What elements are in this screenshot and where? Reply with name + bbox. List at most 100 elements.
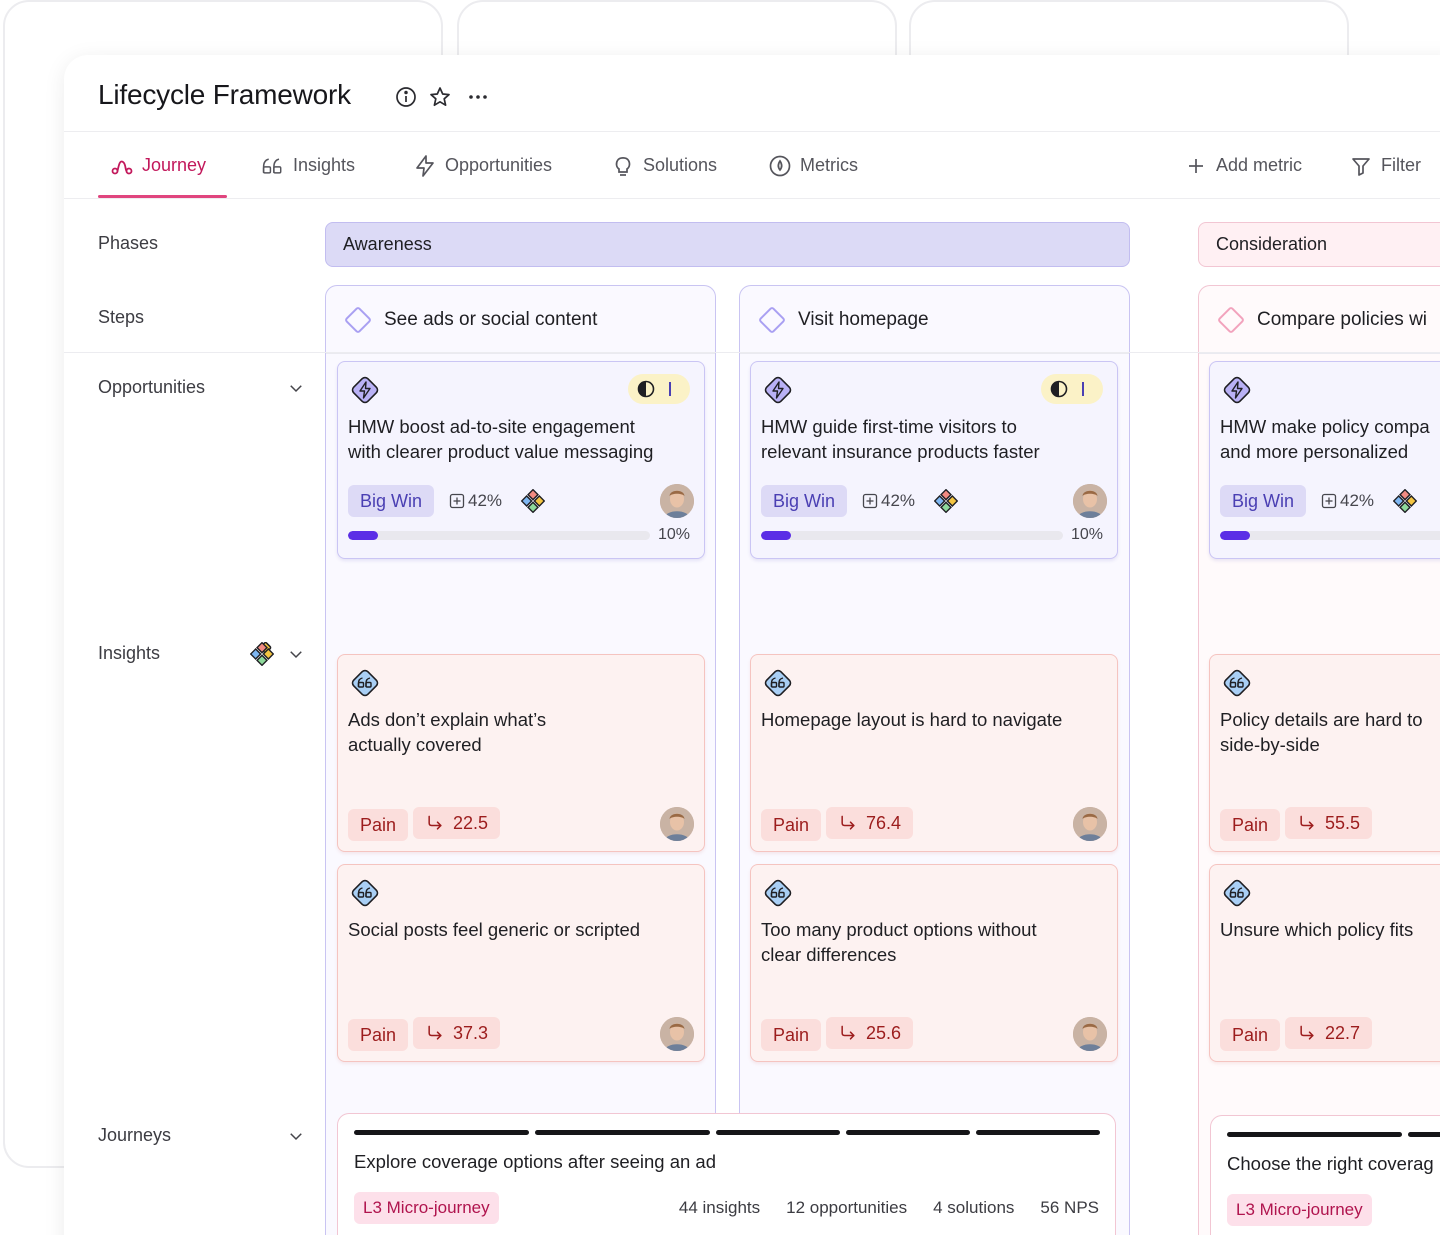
- pain-tag: Pain: [348, 809, 409, 841]
- return-arrow-icon: [841, 1025, 855, 1040]
- plus-square-icon: [1321, 493, 1337, 509]
- pain-tag: Pain: [761, 809, 822, 841]
- insight-card[interactable]: Policy details are hard to side-by-side Pa…: [1209, 654, 1440, 852]
- framework-window: Lifecycle Framework Journey Insights Opp…: [64, 55, 1440, 1235]
- insight-text: Ads don’t explain what’s actually covered: [348, 707, 546, 757]
- insight-score-value: 76.4: [866, 813, 902, 833]
- star-icon[interactable]: [428, 85, 452, 109]
- insight-badge-icon: [764, 879, 792, 907]
- impact-tag: Big Win: [348, 485, 435, 517]
- journey-segment: [846, 1130, 970, 1135]
- chevron-down-icon[interactable]: [287, 379, 305, 397]
- person-avatar-icon: [660, 807, 694, 841]
- insight-card[interactable]: Social posts feel generic or scripted Pai…: [337, 864, 705, 1062]
- insight-score-value: 22.5: [453, 813, 489, 833]
- more-icon[interactable]: [466, 85, 490, 109]
- step-header[interactable]: See ads or social content: [326, 286, 715, 354]
- progress-bar: [348, 531, 650, 540]
- tab-solutions[interactable]: Solutions: [611, 132, 717, 199]
- row-label-journeys: Journeys: [98, 1125, 172, 1145]
- journey-segment: [1408, 1132, 1440, 1137]
- avatar[interactable]: [1073, 1017, 1107, 1051]
- phase-consideration[interactable]: Consideration: [1198, 222, 1440, 267]
- insight-text: Homepage layout is hard to navigate: [761, 707, 1062, 732]
- tab-label: Journey: [142, 155, 207, 175]
- insight-score-value: 55.5: [1325, 813, 1361, 833]
- lightning-icon: [416, 154, 434, 177]
- avatar[interactable]: [660, 1017, 694, 1051]
- step-diamond-icon: [1216, 305, 1246, 334]
- avatar[interactable]: [660, 807, 694, 841]
- tab-journey[interactable]: Journey: [110, 132, 206, 199]
- opportunity-title: HMW make policy compa and more personaliz…: [1220, 414, 1430, 464]
- insight-text: Too many product options without clear di…: [761, 917, 1037, 967]
- progress-bar: [761, 531, 1063, 540]
- insight-score: 55.5: [1285, 807, 1373, 839]
- info-icon[interactable]: [394, 85, 418, 109]
- step-header[interactable]: Visit homepage: [740, 286, 1129, 354]
- opportunity-title-line: HMW make policy compa: [1220, 416, 1430, 437]
- insight-text-line: Policy details are hard to: [1220, 709, 1423, 730]
- insight-card[interactable]: Ads don’t explain what’s actually covered…: [337, 654, 705, 852]
- journey-card[interactable]: Choose the right coverag L3 Micro-journe…: [1210, 1115, 1440, 1235]
- journey-stat: 44 insights: [678, 1198, 761, 1217]
- journey-stat: 4 solutions: [933, 1198, 1015, 1217]
- opportunity-title: HMW guide first-time visitors to relevant…: [761, 414, 1040, 464]
- chevron-down-icon[interactable]: [287, 1127, 305, 1145]
- effort-toggle[interactable]: [1041, 374, 1103, 404]
- insight-text-line: Unsure which policy fits: [1220, 919, 1414, 940]
- person-avatar-icon: [660, 1017, 694, 1051]
- journey-segment: [976, 1130, 1100, 1135]
- insight-text: Social posts feel generic or scripted: [348, 917, 640, 942]
- chevron-down-icon[interactable]: [287, 645, 305, 663]
- insight-card[interactable]: Too many product options without clear di…: [750, 864, 1118, 1062]
- pain-tag: Pain: [1220, 1019, 1281, 1051]
- opportunity-card[interactable]: HMW boost ad-to-site engagement with clea…: [337, 361, 705, 559]
- journey-segment: [354, 1130, 529, 1135]
- step-header[interactable]: Compare policies wi: [1199, 286, 1440, 354]
- opportunity-badge-icon: [764, 376, 792, 404]
- opportunity-title: HMW boost ad-to-site engagement with clea…: [348, 414, 653, 464]
- tab-label: Opportunities: [445, 155, 553, 175]
- insight-card[interactable]: Unsure which policy fits Pain 22.7: [1209, 864, 1440, 1062]
- insight-text-line: Homepage layout is hard to navigate: [761, 709, 1063, 730]
- progress-value: 10%: [1071, 526, 1104, 543]
- opportunity-card[interactable]: HMW guide first-time visitors to relevant…: [750, 361, 1118, 559]
- half-circle-icon: [637, 380, 655, 398]
- filter-label: Filter: [1381, 155, 1421, 175]
- journey-icon: [111, 160, 133, 174]
- insight-badge-icon: [1223, 879, 1251, 907]
- opportunity-title-line: with clearer product value messaging: [348, 441, 654, 462]
- tab-label: Solutions: [643, 155, 718, 175]
- step-label: See ads or social content: [384, 308, 598, 330]
- progress-bar: [1220, 531, 1440, 540]
- filter-button[interactable]: Filter: [1349, 132, 1421, 199]
- plus-square-icon: [862, 493, 878, 509]
- return-arrow-icon: [1300, 815, 1314, 830]
- effort-marker: [669, 382, 671, 396]
- opportunity-card[interactable]: HMW make policy compa and more personaliz…: [1209, 361, 1440, 559]
- add-metric-button[interactable]: Add metric: [1184, 132, 1302, 199]
- insight-text: Unsure which policy fits: [1220, 917, 1413, 942]
- insight-text-line: clear differences: [761, 944, 897, 965]
- journey-card[interactable]: Explore coverage options after seeing an…: [337, 1113, 1116, 1235]
- avatar[interactable]: [1073, 807, 1107, 841]
- insight-score: 37.3: [413, 1017, 501, 1049]
- insight-card[interactable]: Homepage layout is hard to navigate Pain 7…: [750, 654, 1118, 852]
- tab-opportunities[interactable]: Opportunities: [413, 132, 552, 199]
- avatar[interactable]: [1073, 484, 1107, 518]
- avatar[interactable]: [660, 484, 694, 518]
- insight-score-value: 25.6: [866, 1023, 902, 1043]
- person-avatar-icon: [1073, 807, 1107, 841]
- tab-metrics[interactable]: Metrics: [768, 132, 858, 199]
- impact-tag: Big Win: [761, 485, 848, 517]
- effort-toggle[interactable]: [628, 374, 690, 404]
- phase-awareness[interactable]: Awareness: [325, 222, 1130, 267]
- tab-insights[interactable]: Insights: [261, 132, 355, 199]
- person-avatar-icon: [1073, 484, 1107, 518]
- insight-score-value: 37.3: [453, 1023, 489, 1043]
- progress-fill: [348, 531, 379, 540]
- person-avatar-icon: [1073, 1017, 1107, 1051]
- half-circle-icon: [1050, 380, 1068, 398]
- progress-value: 10%: [658, 526, 691, 543]
